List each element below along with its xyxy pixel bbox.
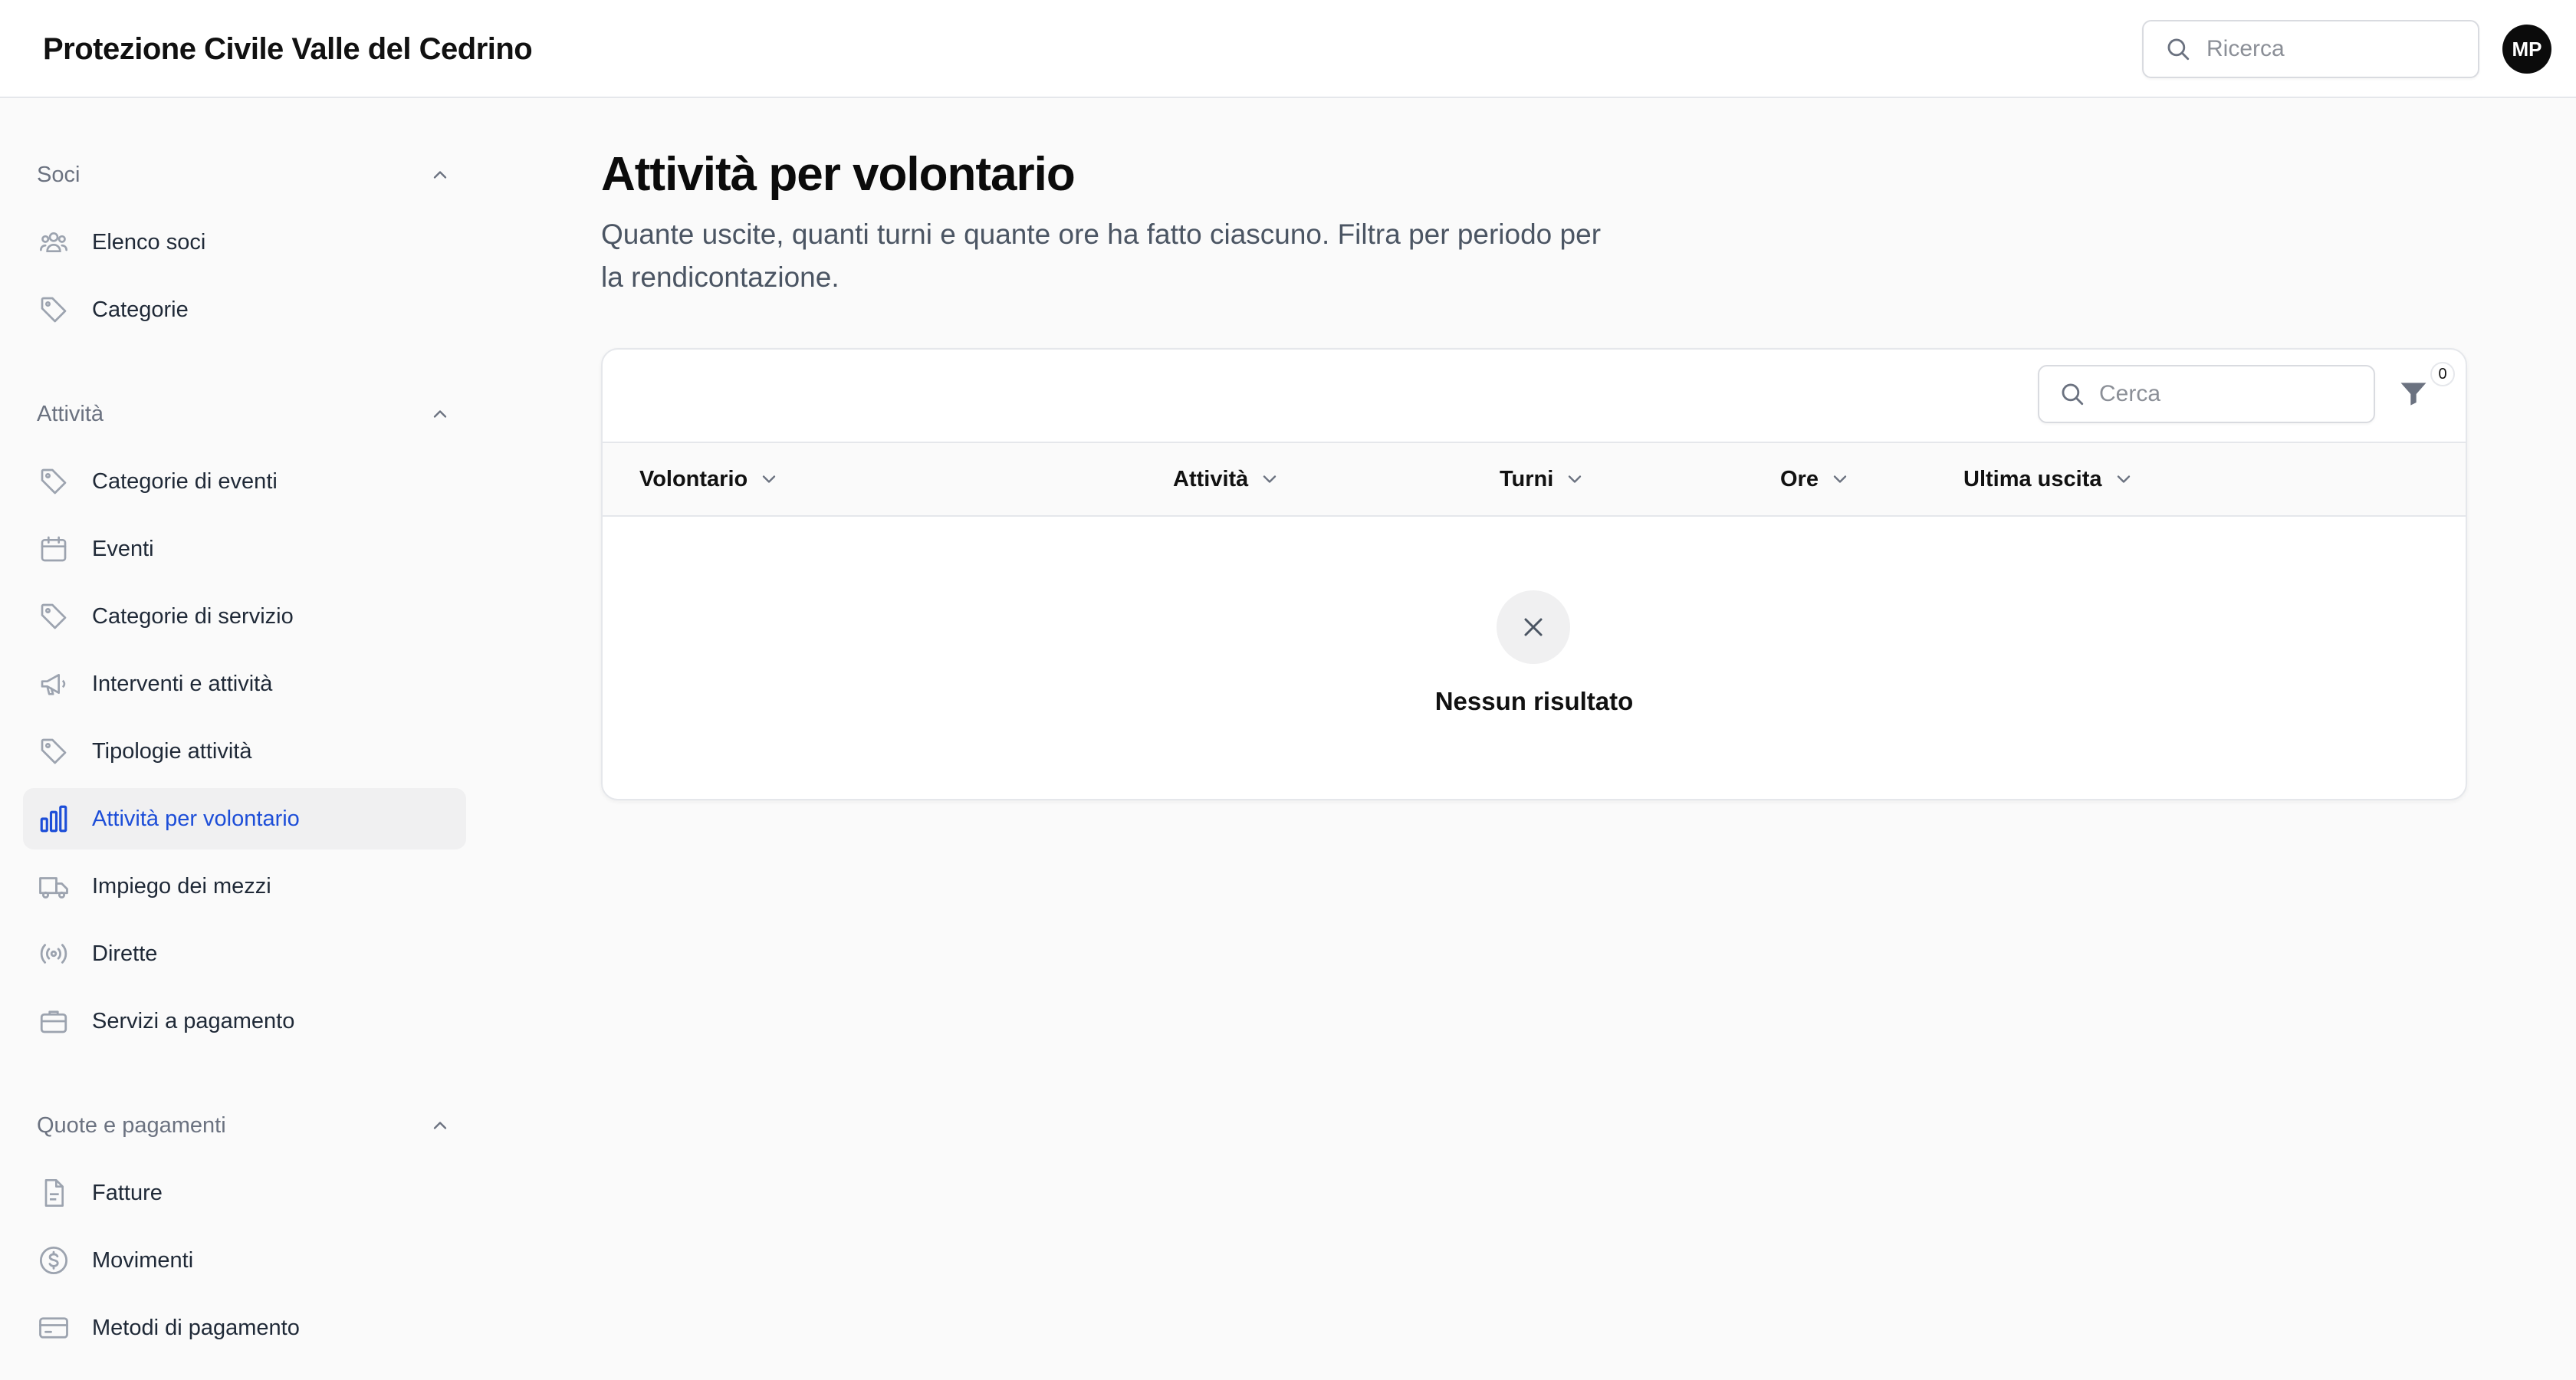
filter-icon <box>2400 383 2426 406</box>
global-search-input[interactable] <box>2205 35 2453 63</box>
document-icon <box>37 1176 71 1210</box>
sidebar-item-label: Categorie <box>92 297 189 322</box>
sidebar-item-label: Interventi e attività <box>92 671 273 696</box>
sidebar-group-label: Quote e pagamenti <box>37 1112 226 1138</box>
column-header-label: Attività <box>1173 466 1249 491</box>
global-search[interactable] <box>2142 20 2479 78</box>
sidebar-item-dirette[interactable]: Dirette <box>23 923 466 984</box>
chevron-down-icon <box>2117 475 2130 483</box>
chevron-down-icon <box>1263 475 1276 483</box>
sidebar-item-label: Impiego dei mezzi <box>92 873 271 899</box>
sidebar-item-fatture[interactable]: Fatture <box>23 1162 466 1224</box>
sidebar-item-label: Servizi a pagamento <box>92 1008 295 1033</box>
table-search[interactable] <box>2038 365 2375 423</box>
tag-icon <box>37 465 71 498</box>
tag-icon <box>37 600 71 633</box>
tag-icon <box>37 734 71 768</box>
dollar-icon <box>37 1244 71 1277</box>
sidebar-group-soci[interactable]: Soci <box>37 153 451 196</box>
empty-state-icon <box>1497 590 1570 664</box>
sidebar-item-interventi-e-attivita[interactable]: Interventi e attività <box>23 653 466 715</box>
sidebar-item-categorie-di-eventi[interactable]: Categorie di eventi <box>23 451 466 512</box>
table-search-input[interactable] <box>2098 380 2354 408</box>
sidebar-item-label: Dirette <box>92 941 158 966</box>
avatar[interactable]: MP <box>2502 25 2551 74</box>
app-title[interactable]: Protezione Civile Valle del Cedrino <box>43 28 533 71</box>
broadcast-icon <box>37 937 71 971</box>
column-header-label: Turni <box>1500 466 1554 491</box>
sidebar-item-elenco-soci[interactable]: Elenco soci <box>23 212 466 273</box>
sidebar-group-attivita[interactable]: Attività <box>37 393 451 435</box>
sidebar-item-label: Metodi di pagamento <box>92 1315 300 1340</box>
users-icon <box>37 225 71 259</box>
sidebar-group-label: Attività <box>37 401 104 426</box>
filter-count-badge: 0 <box>2430 362 2455 386</box>
sidebar: Soci Elenco soci Categorie Attività Cate… <box>0 98 491 1380</box>
sidebar-group-quote-e-pagamenti[interactable]: Quote e pagamenti <box>37 1104 451 1147</box>
page-subtitle: Quante uscite, quanti turni e quante ore… <box>601 219 1602 293</box>
calendar-icon <box>37 532 71 566</box>
chevron-down-icon <box>1569 475 1582 483</box>
column-header-label: Volontario <box>639 466 748 491</box>
sidebar-item-label: Tipologie attività <box>92 738 252 764</box>
sidebar-item-movimenti[interactable]: Movimenti <box>23 1230 466 1291</box>
chevron-up-icon <box>433 410 447 418</box>
close-icon <box>1524 618 1543 636</box>
column-header-ore[interactable]: Ore <box>1780 443 1851 515</box>
sidebar-item-label: Attività per volontario <box>92 806 300 831</box>
table-toolbar: 0 <box>603 350 2466 442</box>
sidebar-item-metodi-di-pagamento[interactable]: Metodi di pagamento <box>23 1297 466 1359</box>
chevron-down-icon <box>763 475 776 483</box>
search-icon <box>2167 38 2190 61</box>
sidebar-item-label: Fatture <box>92 1180 163 1205</box>
sidebar-group-label: Soci <box>37 162 80 187</box>
sidebar-item-servizi-a-pagamento[interactable]: Servizi a pagamento <box>23 991 466 1052</box>
sidebar-item-label: Categorie di eventi <box>92 468 278 494</box>
credit-card-icon <box>37 1311 71 1345</box>
sidebar-item-label: Elenco soci <box>92 229 206 255</box>
column-header-label: Ore <box>1780 466 1819 491</box>
tag-icon <box>37 293 71 327</box>
sidebar-item-attivita-per-volontario[interactable]: Attività per volontario <box>23 788 466 849</box>
empty-state-text: Nessun risultato <box>1434 687 1634 715</box>
search-icon <box>2062 383 2084 406</box>
sidebar-item-categorie-di-servizio[interactable]: Categorie di servizio <box>23 586 466 647</box>
sidebar-item-impiego-dei-mezzi[interactable]: Impiego dei mezzi <box>23 856 466 917</box>
sidebar-item-label: Eventi <box>92 536 154 561</box>
page-title: Attività per volontario <box>601 148 1076 201</box>
sidebar-item-tipologie-attivita[interactable]: Tipologie attività <box>23 721 466 782</box>
results-table-card: 0 Volontario Attività Turni Ore Ultima u… <box>601 348 2467 800</box>
filter-button[interactable] <box>2397 377 2430 411</box>
chevron-up-icon <box>433 171 447 179</box>
column-header-ultima-uscita[interactable]: Ultima uscita <box>1963 443 2134 515</box>
column-header-attivita[interactable]: Attività <box>1173 443 1280 515</box>
column-header-volontario[interactable]: Volontario <box>639 443 780 515</box>
sidebar-item-categorie[interactable]: Categorie <box>23 279 466 340</box>
bar-chart-icon <box>37 802 71 836</box>
table-header: Volontario Attività Turni Ore Ultima usc… <box>603 442 2466 517</box>
briefcase-icon <box>37 1004 71 1038</box>
sidebar-item-label: Categorie di servizio <box>92 603 294 629</box>
chevron-up-icon <box>433 1122 447 1129</box>
chevron-down-icon <box>1833 475 1847 483</box>
megaphone-icon <box>37 667 71 701</box>
truck-icon <box>37 869 71 903</box>
column-header-label: Ultima uscita <box>1963 466 2102 491</box>
column-header-turni[interactable]: Turni <box>1500 443 1585 515</box>
sidebar-item-label: Movimenti <box>92 1247 194 1273</box>
sidebar-item-eventi[interactable]: Eventi <box>23 518 466 580</box>
top-bar: Protezione Civile Valle del Cedrino MP <box>0 0 2576 98</box>
